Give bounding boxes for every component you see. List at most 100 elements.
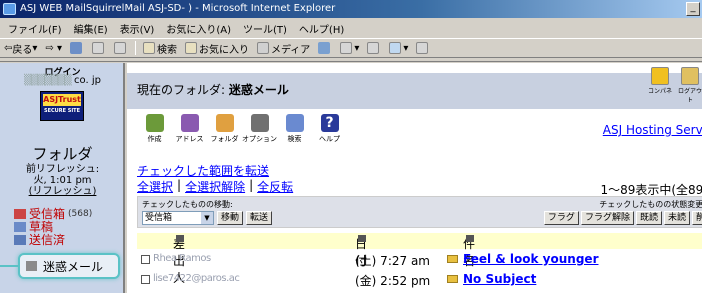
toolbar-separator [135, 41, 136, 55]
menu-view[interactable]: 表示(V) [114, 21, 161, 36]
favorites-icon [185, 42, 197, 54]
envelope-icon [447, 255, 458, 263]
control-panel-button[interactable]: コンパネ [647, 65, 673, 97]
state-change-label: チェックしたものの状態変更: [599, 200, 702, 209]
spam-folder-icon [26, 261, 37, 271]
row-from: lise7422@paros.ac [153, 273, 240, 284]
search-icon [143, 42, 155, 54]
mark-read-button[interactable]: 既読 [635, 211, 662, 225]
bulk-action-bar: チェックしたものの移動: チェックしたものの状態変更: 受信箱 ▼ 移動 転送 … [137, 196, 702, 228]
back-button[interactable]: ⇦ 戻る ▾ [0, 41, 41, 56]
forward-checked-link[interactable]: チェックした範囲を転送 [137, 162, 269, 179]
mail-button[interactable]: ▾ [336, 42, 363, 54]
forward-button[interactable]: ⇨ ▾ [41, 43, 66, 54]
row-subject-link[interactable]: Feel & look younger [463, 252, 598, 266]
highlight-pointer [0, 265, 18, 267]
discuss-icon [416, 42, 429, 54]
help-icon: ? [320, 114, 339, 132]
menu-edit[interactable]: 編集(E) [68, 21, 114, 36]
badge-secure-text: SECURE SITE [43, 108, 81, 114]
home-button[interactable] [110, 42, 132, 54]
table-row[interactable]: lise7422@paros.ac (金) 2:52 pm No Subject [137, 271, 702, 289]
badge-brand: ASJTrust [43, 94, 81, 106]
row-from: Rhea Ramos [153, 253, 211, 264]
row-checkbox[interactable] [141, 275, 150, 284]
options-icon [250, 114, 269, 132]
address-book-icon [180, 114, 199, 132]
edit-button[interactable]: ▾ [385, 42, 412, 54]
menu-bar: ファイル(F) 編集(E) 表示(V) お気に入り(A) ツール(T) ヘルプ(… [0, 19, 702, 37]
row-date: (金) 2:52 pm [355, 274, 431, 288]
selection-links: 全選択 | 全選択解除 | 全反転 [137, 178, 294, 195]
message-table-header: 差出人 日付 件名 [137, 233, 702, 285]
deselect-all-link[interactable]: 全選択解除 [185, 178, 245, 195]
logout-button[interactable]: ログアウト [677, 65, 702, 104]
edit-icon [389, 42, 402, 54]
frame-divider [0, 59, 702, 62]
login-user: ▒▒▒▒▒▒▒ co. jp [24, 75, 101, 86]
current-folder-label: 現在のフォルダ: 迷惑メール [137, 83, 289, 97]
forward-button[interactable]: 転送 [246, 211, 273, 225]
history-button[interactable] [314, 42, 336, 54]
move-controls: 受信箱 ▼ 移動 転送 [142, 211, 273, 225]
options-button[interactable]: オプション [242, 114, 277, 144]
menu-favorites[interactable]: お気に入り(A) [160, 21, 237, 36]
logout-icon [681, 67, 699, 85]
login-user-redacted: ▒▒▒▒▒▒▒ [24, 75, 72, 86]
move-target-select[interactable]: 受信箱 ▼ [142, 211, 214, 225]
move-button[interactable]: 移動 [217, 211, 244, 225]
chevron-down-icon: ▾ [32, 42, 38, 54]
menu-help[interactable]: ヘルプ(H) [293, 21, 350, 36]
window-title-bar: ASJ WEB MailSquirrelMail ASJ-SD- ) - Mic… [0, 0, 702, 18]
compose-button[interactable]: 作成 [137, 114, 172, 144]
refresh-icon [92, 42, 104, 54]
folder-item-spam[interactable]: 迷惑メール [18, 253, 120, 279]
search-button[interactable]: 検索 [139, 41, 181, 56]
media-button[interactable]: メディア [253, 41, 314, 56]
print-button[interactable] [363, 42, 385, 54]
current-folder-name: 迷惑メール [228, 83, 289, 97]
compose-icon [145, 114, 164, 132]
row-subject-link[interactable]: No Subject [463, 272, 536, 286]
folder-list: 受信箱 (568) 草稿 送信済 [14, 207, 122, 247]
menu-file[interactable]: ファイル(F) [2, 21, 68, 36]
favorites-button[interactable]: お気に入り [181, 41, 253, 56]
stop-button[interactable] [66, 42, 88, 54]
hosting-service-link[interactable]: ASJ Hosting Service [603, 123, 702, 137]
folder-icon [215, 114, 234, 132]
magnifier-icon [285, 114, 304, 132]
row-checkbox[interactable] [141, 255, 150, 264]
back-arrow-icon: ⇦ [4, 42, 13, 54]
help-button[interactable]: ? ヘルプ [312, 114, 347, 144]
refresh-link[interactable]: (リフレッシュ) [0, 182, 125, 197]
stop-icon [70, 42, 82, 54]
minimize-button[interactable]: _ [686, 2, 700, 16]
row-date: (土) 7:27 am [355, 254, 430, 268]
sort-icon [466, 235, 474, 242]
state-buttons: フラグ フラグ解除 既読 未読 削除 [543, 211, 702, 225]
menu-tools[interactable]: ツール(T) [237, 21, 293, 36]
browser-toolbar: ⇦ 戻る ▾ ⇨ ▾ 検索 お気に入り メディア ▾ ▾ [0, 38, 702, 58]
mail-tools: 作成 アドレス フォルダ オプション 検索 ? ヘルプ [137, 114, 347, 144]
invert-selection-link[interactable]: 全反転 [257, 178, 293, 195]
folders-button[interactable]: フォルダ [207, 114, 242, 144]
refresh-button[interactable] [88, 42, 110, 54]
window-title: ASJ WEB MailSquirrelMail ASJ-SD- ) - Mic… [20, 3, 336, 14]
address-button[interactable]: アドレス [172, 114, 207, 144]
asjtrust-secure-badge[interactable]: ASJTrust SECURE SITE [40, 91, 84, 121]
message-list-pane: 現在のフォルダ: 迷惑メール コンパネ ログアウト 作成 アドレス フォルダ オ… [127, 63, 702, 293]
print-icon [367, 42, 380, 54]
select-all-link[interactable]: 全選択 [137, 178, 173, 195]
flag-button[interactable]: フラグ [543, 211, 579, 225]
unflag-button[interactable]: フラグ解除 [580, 211, 634, 225]
discuss-button[interactable] [412, 42, 434, 54]
internet-explorer-icon [3, 3, 16, 15]
mail-icon [340, 42, 353, 54]
sort-icon [358, 235, 366, 242]
table-row[interactable]: Rhea Ramos (土) 7:27 am Feel & look young… [137, 251, 702, 269]
search-mail-button[interactable]: 検索 [277, 114, 312, 144]
delete-button[interactable]: 削除 [691, 211, 702, 225]
move-label: チェックしたものの移動: [142, 200, 233, 209]
folder-item-sent[interactable]: 送信済 [14, 233, 122, 247]
mark-unread-button[interactable]: 未読 [663, 211, 690, 225]
